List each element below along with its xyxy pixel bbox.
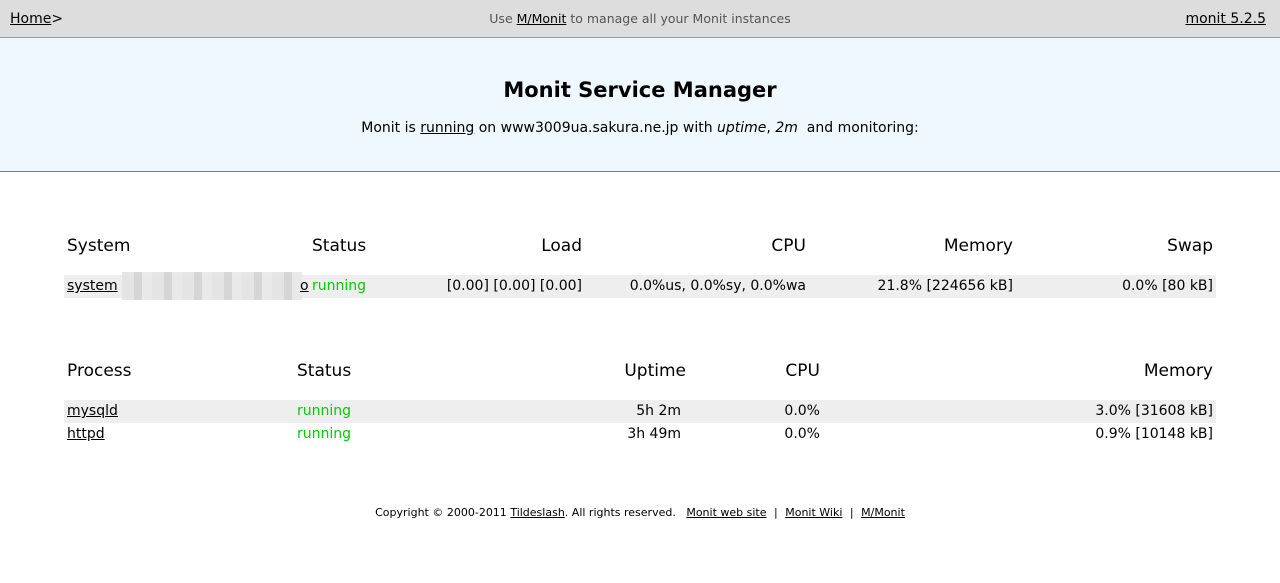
system-swap: 0.0% [80 kB]: [1122, 278, 1213, 294]
monit-wiki-link[interactable]: Monit Wiki: [785, 506, 842, 519]
system-name-link[interactable]: system: [67, 275, 118, 298]
process-table: Process Status Uptime CPU Memory mysqld …: [64, 361, 1216, 446]
footer-separator: |: [774, 506, 778, 519]
col-header-status: Status: [297, 361, 352, 381]
col-header-process: Process: [67, 361, 132, 381]
tildeslash-link[interactable]: Tildeslash: [510, 506, 564, 519]
uptime-comma: ,: [766, 120, 776, 136]
version-area: monit 5.2.5: [1185, 11, 1266, 27]
process-cpu: 0.0%: [784, 403, 820, 419]
col-header-load: Load: [541, 236, 582, 256]
col-header-cpu: CPU: [785, 361, 820, 381]
uptime-value: 2m: [775, 120, 798, 136]
mmonit-footer-link[interactable]: M/Monit: [861, 506, 905, 519]
col-header-cpu: CPU: [771, 236, 806, 256]
system-table: System Status Load CPU Memory Swap syste…: [64, 236, 1216, 300]
process-uptime: 5h 2m: [636, 403, 681, 419]
uptime-label: uptime: [717, 120, 767, 136]
col-header-memory: Memory: [1143, 361, 1213, 381]
rights-text: . All rights reserved.: [564, 506, 676, 519]
status-badge: running: [312, 278, 367, 294]
mmonit-link[interactable]: M/Monit: [517, 11, 567, 26]
system-load: [0.00] [0.00] [0.00]: [446, 278, 582, 294]
redacted-hostname: [122, 272, 302, 300]
table-row: httpd running 3h 49m 0.0% 0.9% [10148 kB…: [64, 423, 1216, 446]
monit-website-link[interactable]: Monit web site: [686, 506, 766, 519]
col-header-swap: Swap: [1167, 236, 1213, 256]
process-link-httpd[interactable]: httpd: [67, 423, 105, 446]
table-row: mysqld running 5h 2m 0.0% 3.0% [31608 kB…: [64, 400, 1216, 423]
promo-suffix: to manage all your Monit instances: [570, 11, 791, 26]
status-prefix: Monit is: [361, 120, 416, 136]
process-cpu: 0.0%: [784, 426, 820, 442]
system-memory: 21.8% [224656 kB]: [877, 278, 1013, 294]
page-footer: Copyright © 2000-2011 Tildeslash. All ri…: [0, 506, 1280, 519]
page-header: Monit Service Manager Monit is running o…: [0, 38, 1280, 172]
process-memory: 3.0% [31608 kB]: [1095, 403, 1213, 419]
process-link-mysqld[interactable]: mysqld: [67, 400, 118, 423]
copyright-text: Copyright © 2000-2011: [375, 506, 507, 519]
monit-status-line: Monit is running on www3009ua.sakura.ne.…: [0, 120, 1280, 136]
process-table-header: Process Status Uptime CPU Memory: [64, 361, 1216, 385]
process-memory: 0.9% [10148 kB]: [1095, 426, 1213, 442]
system-table-header: System Status Load CPU Memory Swap: [64, 236, 1216, 260]
system-name-tail: o: [300, 278, 309, 294]
mmonit-promo: Use M/Monit to manage all your Monit ins…: [0, 11, 1280, 26]
status-badge: running: [297, 403, 352, 419]
top-nav-bar: Home> Use M/Monit to manage all your Mon…: [0, 0, 1280, 38]
system-cpu: 0.0%us, 0.0%sy, 0.0%wa: [629, 278, 806, 294]
process-uptime: 3h 49m: [627, 426, 681, 442]
status-host: on www3009ua.sakura.ne.jp with: [478, 120, 713, 136]
col-header-memory: Memory: [943, 236, 1013, 256]
footer-separator: |: [849, 506, 854, 519]
col-header-system: System: [67, 236, 131, 256]
status-badge: running: [297, 426, 352, 442]
status-suffix: and monitoring:: [806, 120, 919, 136]
running-status-link[interactable]: running: [420, 120, 474, 136]
col-header-status: Status: [312, 236, 367, 256]
promo-prefix: Use: [489, 11, 513, 26]
table-row: system o running [0.00] [0.00] [0.00] 0.…: [64, 272, 1216, 300]
page-title: Monit Service Manager: [503, 78, 777, 102]
version-link[interactable]: monit 5.2.5: [1185, 11, 1266, 27]
col-header-uptime: Uptime: [624, 361, 686, 381]
